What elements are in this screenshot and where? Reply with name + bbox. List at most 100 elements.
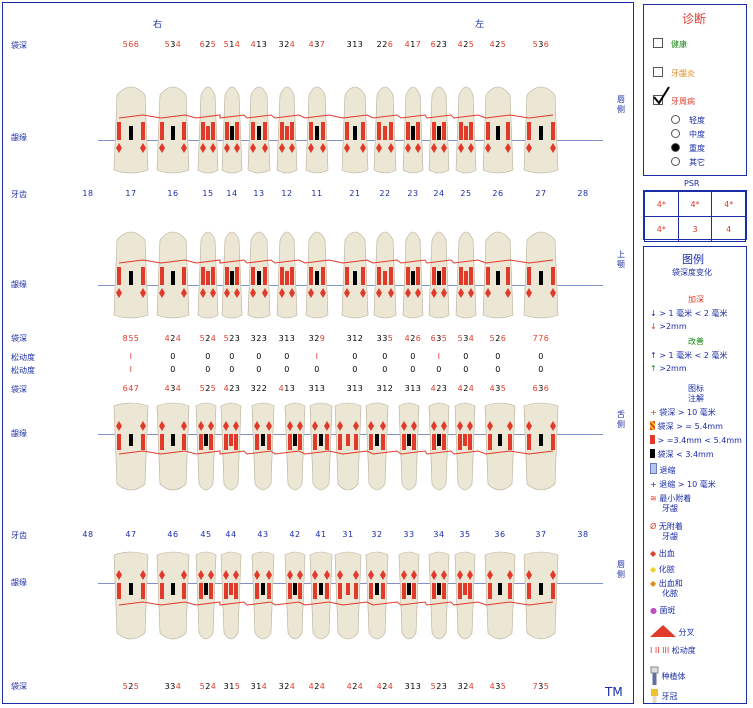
severity-severe-radio[interactable] [671, 143, 680, 152]
periodontitis-label: 牙周病 [671, 97, 695, 106]
healthy-label: 健康 [671, 40, 687, 49]
pocket-bar [508, 583, 512, 599]
pocket-bar [290, 267, 294, 285]
pocket-bar [381, 583, 385, 599]
pocket-bar [468, 583, 472, 599]
pocket-bar [321, 267, 325, 285]
pocket-bar [257, 126, 261, 140]
legend-pd-lt34: 袋深 < 3.4mm [650, 449, 714, 460]
pocket-bar [539, 434, 543, 446]
pocket-bar [251, 267, 255, 285]
pocket-bar [437, 271, 441, 285]
pocket-bar [235, 267, 239, 285]
pocket-bar [412, 434, 416, 450]
pocket-bar [255, 434, 259, 450]
pocket-bar [117, 267, 121, 285]
pocket-bar [290, 122, 294, 140]
pocket-bar [293, 583, 297, 595]
pocket-bar [171, 434, 175, 446]
pocket-bar [442, 267, 446, 285]
pocket-bar [288, 583, 292, 599]
psr-cell: 4 [711, 216, 746, 242]
pocket-bar [209, 434, 213, 450]
legend-no-attached-2: 牙龈 [662, 532, 678, 541]
pocket-bar [345, 122, 349, 140]
pocket-bar [377, 267, 381, 285]
pocket-bar [325, 583, 329, 599]
pocket-bar [234, 583, 238, 599]
diagnosis-panel: 诊断 健康 牙龈炎 牙周病 轻度 中度 重度 其它 [643, 4, 747, 176]
pocket-bar [486, 267, 490, 285]
psr-cell: 4* [677, 191, 713, 217]
pocket-bar [551, 434, 555, 450]
pocket-bar [346, 583, 350, 595]
pocket-bar [354, 434, 358, 450]
pocket-bar [251, 122, 255, 140]
psr-cell: 4* [644, 191, 679, 217]
pocket-bar [141, 434, 145, 450]
pocket-bar [319, 583, 323, 595]
pocket-bar [224, 434, 228, 450]
pocket-bar [464, 271, 468, 285]
pocket-bar [261, 434, 265, 446]
pocket-bar [129, 434, 133, 446]
pocket-bar [442, 122, 446, 140]
gingivitis-checkbox[interactable] [653, 67, 663, 77]
pocket-bar [383, 126, 387, 140]
pocket-bar [182, 434, 186, 450]
legend-min-attached-2: 牙龈 [662, 504, 678, 513]
tm-mark: TM [605, 685, 623, 699]
healthy-checkbox[interactable] [653, 38, 663, 48]
pocket-bar [315, 271, 319, 285]
pocket-bar [204, 583, 208, 595]
legend-bleeding: ◆ 出血 [650, 549, 675, 558]
pocket-bar [261, 583, 265, 595]
pocket-bar [199, 434, 203, 450]
pocket-bar [313, 434, 317, 450]
pocket-bar [527, 583, 531, 599]
legend-pd-ge54: 袋深 > = 5.4mm [650, 421, 723, 432]
pocket-bar [230, 126, 234, 140]
arrow-down-black-icon: ↓ [650, 309, 657, 318]
pocket-bar [539, 126, 543, 140]
pocket-bar [506, 122, 510, 140]
legend-deepen-1: ↓ > 1 毫米 < 2 毫米 [650, 309, 728, 318]
legend-improve-2: ↑ >2mm [650, 364, 687, 373]
legend-implant: 种植体 [650, 666, 686, 685]
legend-pd-gt10: + 袋深 > 10 毫米 [650, 408, 716, 417]
legend-pd-34-54: > =3.4mm < 5.4mm [650, 435, 742, 445]
pocket-bar [288, 434, 292, 450]
black-bar-icon [650, 449, 655, 458]
periodontal-chart-panel: 右 左 袋深 龈缘 牙齿 龈缘 袋深 松动度 松动度 袋深 龈缘 牙齿 龈缘 袋… [2, 2, 634, 704]
psr-cell: 3 [677, 216, 713, 242]
legend-plaque: ● 菌斑 [650, 606, 676, 615]
arrow-up-black-icon: ↑ [650, 351, 657, 360]
severity-mild-radio[interactable] [671, 115, 680, 124]
pocket-bar [463, 434, 467, 446]
plaque-dot-icon: ● [650, 606, 657, 615]
pocket-bar [263, 122, 267, 140]
legend-recession: 退缩 [650, 463, 676, 476]
pocket-bar [201, 267, 205, 285]
pocket-bar [498, 434, 502, 446]
pocket-bar [171, 271, 175, 285]
pocket-bar [263, 267, 267, 285]
pocket-bar [496, 126, 500, 140]
severity-other-radio[interactable] [671, 157, 680, 166]
pocket-bar [229, 583, 233, 595]
plus-red-icon: + [650, 408, 657, 417]
checkmark-icon [653, 86, 670, 105]
severity-moderate-radio[interactable] [671, 129, 680, 138]
pocket-bar [117, 583, 121, 599]
pocket-bar [459, 267, 463, 285]
pocket-bar [345, 267, 349, 285]
legend-panel: 图例 袋深度变化 加深 ↓ > 1 毫米 < 2 毫米 ↓ >2mm 改善 ↑ … [643, 246, 747, 704]
pocket-bar [354, 583, 358, 599]
pocket-bar [383, 271, 387, 285]
pocket-bar [235, 122, 239, 140]
pocket-bar [463, 583, 467, 595]
pocket-bar [182, 267, 186, 285]
psr-panel: 4* 4* 4* 4* 3 4 [643, 190, 747, 242]
pocket-bar [201, 122, 205, 140]
pocket-bar [437, 126, 441, 140]
